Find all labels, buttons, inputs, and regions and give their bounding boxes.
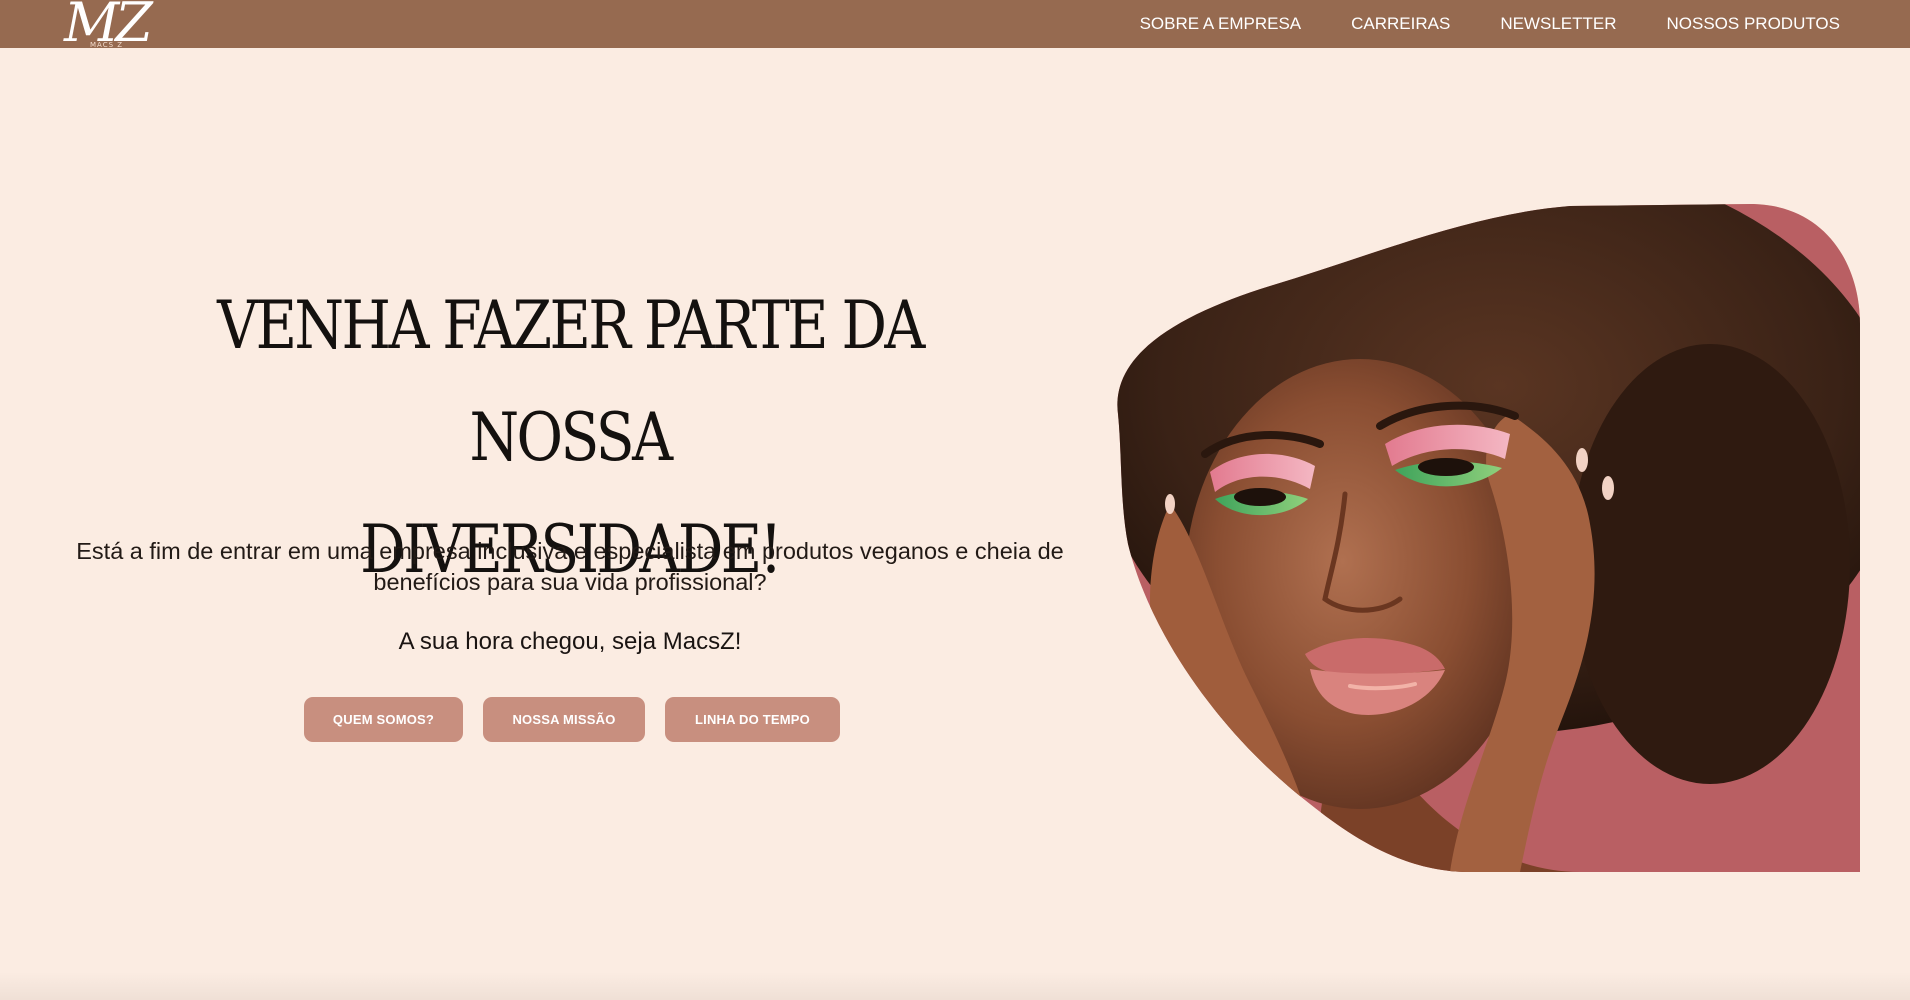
- hero-description-line-2: benefícios para sua vida profissional?: [373, 569, 767, 595]
- hero-image-illustration: [1117, 204, 1860, 872]
- brand-logo[interactable]: MZ MACS Z: [64, 0, 174, 52]
- nossa-missao-button[interactable]: NOSSA MISSÃO: [483, 697, 645, 742]
- main-nav: SOBRE A EMPRESA CARREIRAS NEWSLETTER NOS…: [1140, 0, 1840, 48]
- hero-image: [1110, 204, 1860, 872]
- top-navbar: MZ MACS Z SOBRE A EMPRESA CARREIRAS NEWS…: [0, 0, 1910, 52]
- hero-cta-text: A sua hora chegou, seja MacsZ!: [398, 628, 742, 655]
- hero-button-row: QUEM SOMOS? NOSSA MISSÃO LINHA DO TEMPO: [304, 697, 840, 742]
- quem-somos-button[interactable]: QUEM SOMOS?: [304, 697, 463, 742]
- nav-link-carreiras[interactable]: CARREIRAS: [1351, 14, 1450, 34]
- hero-description: Está a fim de entrar em uma empresa incl…: [40, 536, 1100, 598]
- logo-subtext: MACS Z: [90, 41, 124, 49]
- nav-link-newsletter[interactable]: NEWSLETTER: [1500, 14, 1616, 34]
- hero-title-line-1: VENHA FAZER PARTE DA NOSSA: [217, 287, 925, 476]
- hero-description-line-1: Está a fim de entrar em uma empresa incl…: [76, 538, 1064, 564]
- section-divider-shadow: [0, 972, 1910, 1000]
- nav-link-sobre-a-empresa[interactable]: SOBRE A EMPRESA: [1140, 14, 1302, 34]
- nav-link-nossos-produtos[interactable]: NOSSOS PRODUTOS: [1667, 14, 1841, 34]
- linha-do-tempo-button[interactable]: LINHA DO TEMPO: [665, 697, 840, 742]
